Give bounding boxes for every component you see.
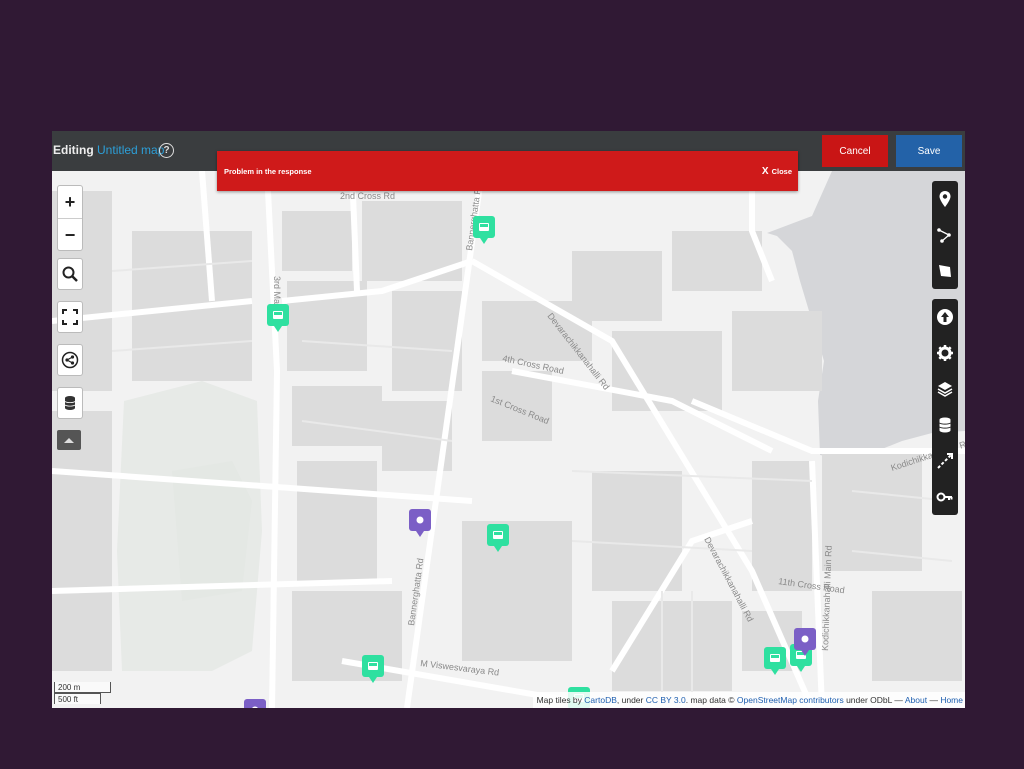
share-button[interactable] — [57, 344, 83, 376]
fullscreen-icon — [62, 309, 78, 325]
centre-zoom-button[interactable] — [932, 443, 958, 479]
close-icon: X — [761, 166, 769, 177]
upload-button[interactable] — [932, 299, 958, 335]
share-icon — [61, 351, 79, 369]
scale-imperial: 500 ft — [54, 693, 101, 704]
ccby-link[interactable]: CC BY 3.0 — [646, 695, 686, 705]
page-title: Editing Untitled map — [53, 143, 164, 157]
street-label: 2nd Cross Rd — [340, 191, 395, 201]
permissions-button[interactable] — [932, 479, 958, 515]
map-name-link[interactable]: Untitled map — [97, 143, 164, 157]
centre-zoom-icon — [937, 453, 953, 469]
location-pin-marker[interactable] — [794, 628, 816, 656]
settings-toolbar — [932, 299, 958, 515]
map-canvas[interactable]: Bannerghatta Rd Bannerghatta Rd Devarach… — [52, 171, 965, 708]
attribution: Map tiles by CartoDB, under CC BY 3.0. m… — [532, 692, 965, 708]
polyline-icon — [937, 228, 951, 243]
draw-polygon-button[interactable] — [932, 253, 958, 289]
umap-editor: Editing Untitled map ? Cancel Save Probl… — [52, 131, 965, 708]
save-button[interactable]: Save — [896, 135, 962, 167]
search-icon — [62, 266, 78, 282]
scale-bar: 200 m 500 ft — [54, 682, 111, 704]
alert-close-button[interactable]: X Close — [762, 166, 792, 177]
editing-label: Editing — [53, 143, 94, 157]
toggle-controls-button[interactable] — [57, 430, 81, 450]
osm-link[interactable]: OpenStreetMap contributors — [737, 695, 844, 705]
settings-button[interactable] — [932, 335, 958, 371]
alert-close-label: Close — [771, 167, 792, 176]
about-link[interactable]: About — [905, 695, 927, 705]
location-pin-marker[interactable] — [244, 699, 266, 708]
cancel-button[interactable]: Cancel — [822, 135, 888, 167]
data-layers-button[interactable] — [57, 387, 83, 419]
bus-stop-marker[interactable] — [473, 216, 495, 244]
upload-icon — [937, 309, 953, 325]
scale-metric: 200 m — [54, 682, 111, 693]
error-alert: Problem in the response X Close — [217, 151, 798, 191]
draw-toolbar — [932, 181, 958, 289]
marker-icon — [939, 191, 951, 207]
bus-stop-marker[interactable] — [362, 655, 384, 683]
location-pin-marker[interactable] — [409, 509, 431, 537]
datalayers-button[interactable] — [932, 407, 958, 443]
map-tiles: Bannerghatta Rd Bannerghatta Rd Devarach… — [52, 171, 965, 708]
zoom-out-button[interactable]: − — [58, 219, 82, 251]
tilelayer-button[interactable] — [932, 371, 958, 407]
cartodb-link[interactable]: CartoDB — [584, 695, 617, 705]
home-link[interactable]: Home — [940, 695, 963, 705]
fullscreen-button[interactable] — [57, 301, 83, 333]
layers-icon — [937, 382, 953, 397]
toggle-up-icon — [64, 438, 74, 443]
bus-stop-marker[interactable] — [267, 304, 289, 332]
zoom-control: + − — [57, 185, 83, 251]
polygon-icon — [939, 265, 951, 277]
alert-message: Problem in the response — [224, 167, 312, 176]
draw-marker-button[interactable] — [932, 181, 958, 217]
zoom-in-button[interactable]: + — [58, 186, 82, 219]
settings-icon — [937, 345, 953, 361]
permissions-icon — [936, 492, 953, 502]
search-button[interactable] — [57, 258, 83, 290]
draw-polyline-button[interactable] — [932, 217, 958, 253]
datalayer-icon — [939, 417, 951, 433]
bus-stop-marker[interactable] — [764, 647, 786, 675]
bus-stop-marker[interactable] — [487, 524, 509, 552]
help-icon[interactable]: ? — [159, 143, 174, 158]
data-layers-icon — [64, 396, 76, 410]
